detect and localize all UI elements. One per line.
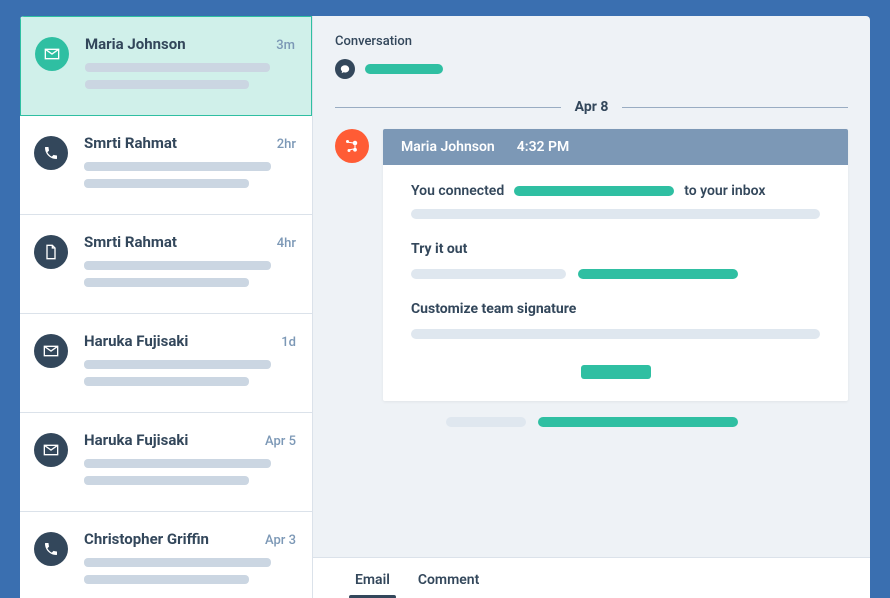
placeholder-bar xyxy=(538,417,738,427)
placeholder-bar xyxy=(365,64,443,74)
placeholder-bar xyxy=(446,417,526,427)
item-time: 3m xyxy=(276,38,295,53)
conversation-header: Conversation xyxy=(313,16,870,89)
placeholder-bar xyxy=(514,186,674,196)
mail-icon xyxy=(34,334,68,368)
placeholder-line xyxy=(84,575,249,584)
placeholder-line xyxy=(85,63,270,72)
conversation-item-3[interactable]: Haruka Fujisaki 1d xyxy=(20,314,312,413)
conversation-item-0[interactable]: Maria Johnson 3m xyxy=(20,16,312,116)
section-customize-signature: Customize team signature xyxy=(411,301,820,317)
conversation-pane: Conversation Apr 8 Maria Johnson 4:32 PM xyxy=(313,16,870,598)
item-name: Smrti Rahmat xyxy=(84,233,177,251)
placeholder-line xyxy=(84,377,249,386)
item-time: 2hr xyxy=(277,137,296,152)
line1-suffix: to your inbox xyxy=(684,183,765,199)
placeholder-bar xyxy=(578,269,738,279)
item-name: Haruka Fujisaki xyxy=(84,332,188,350)
placeholder-bar xyxy=(411,329,820,339)
placeholder-line xyxy=(84,162,271,171)
placeholder-line xyxy=(84,179,249,188)
date-divider: Apr 8 xyxy=(313,89,870,129)
conversation-item-4[interactable]: Haruka Fujisaki Apr 5 xyxy=(20,413,312,512)
line1-prefix: You connected xyxy=(411,183,504,199)
placeholder-line xyxy=(84,476,249,485)
item-name: Maria Johnson xyxy=(85,35,186,53)
item-time: 1d xyxy=(281,335,296,350)
below-card-bars xyxy=(313,401,870,427)
message-sender: Maria Johnson xyxy=(401,139,495,155)
tab-comment[interactable]: Comment xyxy=(418,572,479,598)
placeholder-line xyxy=(84,278,249,287)
placeholder-line xyxy=(84,360,271,369)
date-label: Apr 8 xyxy=(575,99,609,115)
phone-icon xyxy=(34,532,68,566)
cta-button-placeholder[interactable] xyxy=(581,365,651,379)
composer: Email Comment xyxy=(313,557,870,598)
mail-icon xyxy=(35,37,69,71)
hubspot-icon xyxy=(335,129,369,163)
placeholder-line xyxy=(84,459,271,468)
message-card-header: Maria Johnson 4:32 PM xyxy=(383,129,848,165)
item-name: Christopher Griffin xyxy=(84,530,209,548)
chat-icon xyxy=(335,59,355,79)
item-time: 4hr xyxy=(277,236,296,251)
conversation-item-2[interactable]: Smrti Rahmat 4hr xyxy=(20,215,312,314)
placeholder-bar xyxy=(411,209,820,219)
item-time: Apr 3 xyxy=(265,533,296,548)
tab-email[interactable]: Email xyxy=(355,572,390,598)
message-card-body: You connected to your inbox Try it out C… xyxy=(383,165,848,401)
message-row: Maria Johnson 4:32 PM You connected to y… xyxy=(313,129,870,401)
placeholder-line xyxy=(85,80,249,89)
app-shell: Maria Johnson 3m Smrti Rahmat 2hr xyxy=(20,16,870,598)
section-try-it-out: Try it out xyxy=(411,241,820,257)
item-name: Haruka Fujisaki xyxy=(84,431,188,449)
message-card[interactable]: Maria Johnson 4:32 PM You connected to y… xyxy=(383,129,848,401)
doc-icon xyxy=(34,235,68,269)
placeholder-line xyxy=(84,261,271,270)
composer-tabs: Email Comment xyxy=(335,572,848,598)
item-time: Apr 5 xyxy=(265,434,296,449)
conversation-item-1[interactable]: Smrti Rahmat 2hr xyxy=(20,116,312,215)
placeholder-line xyxy=(84,558,271,567)
conversation-item-5[interactable]: Christopher Griffin Apr 3 xyxy=(20,512,312,598)
item-name: Smrti Rahmat xyxy=(84,134,177,152)
placeholder-bar xyxy=(411,269,566,279)
phone-icon xyxy=(34,136,68,170)
conversation-title: Conversation xyxy=(335,34,848,49)
mail-icon xyxy=(34,433,68,467)
conversation-list: Maria Johnson 3m Smrti Rahmat 2hr xyxy=(20,16,313,598)
message-time: 4:32 PM xyxy=(517,139,570,155)
